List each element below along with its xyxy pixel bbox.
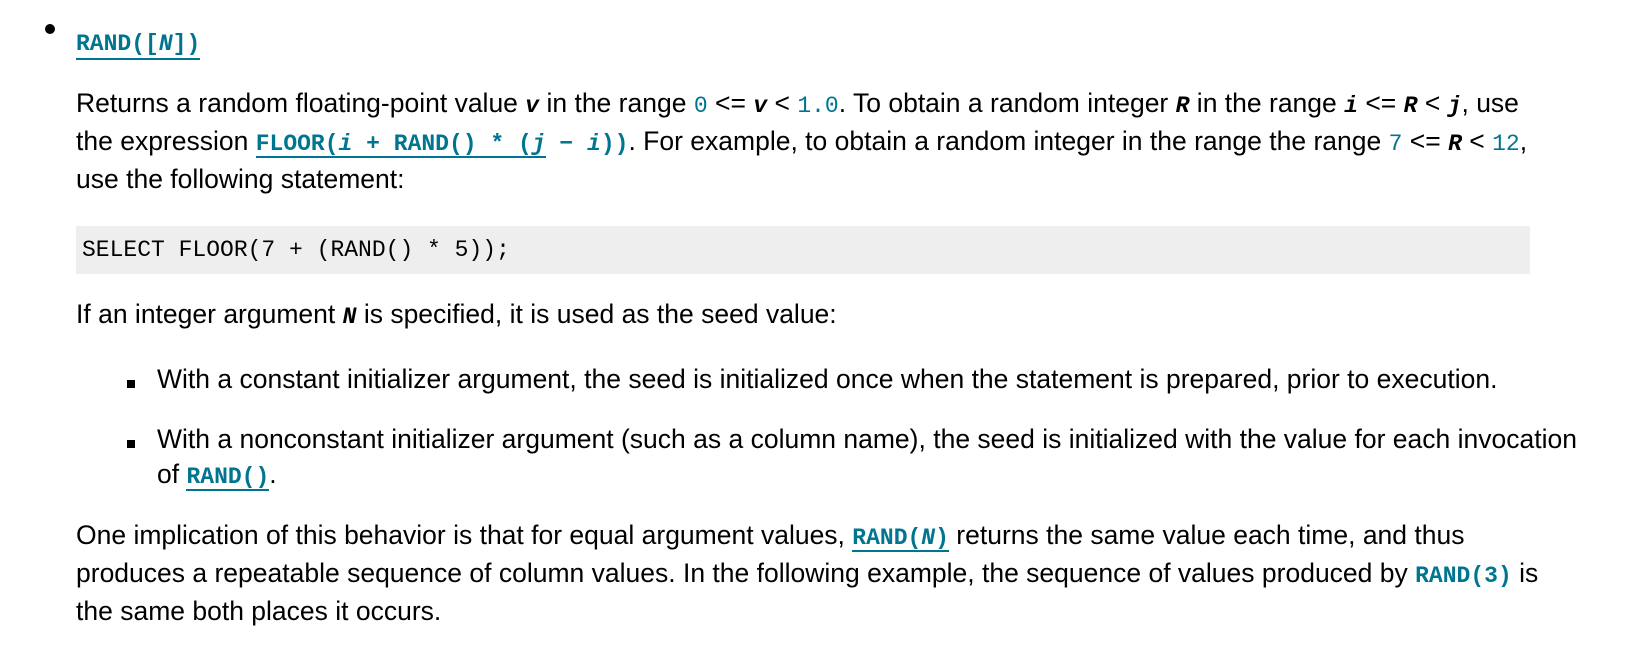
- rand-function-link[interactable]: RAND([N]): [76, 26, 201, 60]
- list-bullet: [127, 380, 135, 388]
- list-item-nonconstant-seed: With a nonconstant initializer argument …: [157, 424, 1577, 491]
- floor-expression-link[interactable]: FLOOR(i + RAND() * (j: [255, 126, 546, 158]
- list-item-constant-seed: With a constant initializer argument, th…: [157, 364, 1498, 394]
- implication-paragraph: One implication of this behavior is that…: [76, 520, 1539, 626]
- list-bullet: [127, 440, 135, 448]
- rand-n-link[interactable]: RAND(N): [852, 520, 949, 552]
- description-paragraph: Returns a random floating-point value v …: [76, 88, 1528, 194]
- documentation-page: RAND([N]) Returns a random floating-poin…: [0, 0, 1636, 648]
- sql-code-block: SELECT FLOOR(7 + (RAND() * 5));: [76, 226, 1530, 274]
- list-bullet: [45, 24, 55, 34]
- seed-paragraph: If an integer argument N is specified, i…: [76, 299, 837, 330]
- function-heading: RAND([N]): [76, 24, 201, 62]
- rand-link[interactable]: RAND(): [186, 459, 270, 491]
